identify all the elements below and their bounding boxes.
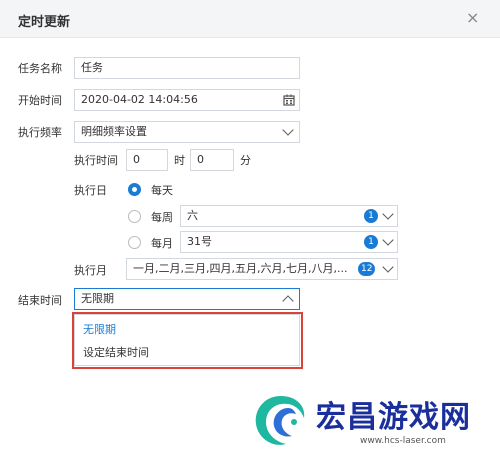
exec-hour-input[interactable]: 0 (126, 149, 168, 171)
option-set-end-time[interactable]: 设定结束时间 (83, 344, 149, 360)
hour-unit-label: 时 (174, 154, 185, 167)
radio-monthly[interactable] (128, 236, 141, 249)
radio-daily[interactable] (128, 183, 141, 196)
task-name-value: 任务 (81, 61, 103, 74)
watermark: 宏昌游戏网 www.hcs-laser.com (250, 390, 500, 456)
start-time-value: 2020-04-02 14:04:56 (81, 93, 198, 106)
dialog-header: 定时更新 × (0, 0, 500, 38)
exec-time-label: 执行时间 (74, 154, 118, 167)
frequency-value: 明细频率设置 (81, 125, 147, 138)
exec-month-label: 执行月 (74, 264, 107, 277)
dialog-title: 定时更新 (18, 15, 71, 30)
dragon-logo-icon (255, 396, 305, 445)
task-name-input[interactable]: 任务 (74, 57, 300, 79)
weekly-value: 六 (187, 209, 198, 222)
monthly-value: 31号 (187, 235, 212, 248)
daily-label: 每天 (151, 184, 173, 197)
watermark-url: www.hcs-laser.com (360, 436, 446, 446)
exec-minute-input[interactable]: 0 (190, 149, 234, 171)
exec-hour-value: 0 (133, 153, 140, 166)
exec-day-label: 执行日 (74, 184, 107, 197)
watermark-name: 宏昌游戏网 (316, 400, 471, 435)
frequency-label: 执行频率 (18, 126, 62, 139)
radio-weekly[interactable] (128, 210, 141, 223)
calendar-icon[interactable] (283, 94, 295, 106)
end-time-select[interactable]: 无限期 (74, 288, 300, 310)
minute-unit-label: 分 (240, 154, 251, 167)
start-time-label: 开始时间 (18, 94, 62, 107)
monthly-count-badge: 1 (364, 235, 378, 249)
task-name-label: 任务名称 (18, 62, 62, 75)
monthly-label: 每月 (151, 237, 173, 250)
weekly-count-badge: 1 (364, 209, 378, 223)
exec-month-count-badge: 12 (358, 262, 376, 276)
end-time-value: 无限期 (81, 292, 114, 305)
close-icon[interactable]: × (466, 9, 479, 27)
start-time-input[interactable]: 2020-04-02 14:04:56 (74, 89, 300, 111)
exec-month-value: 一月,二月,三月,四月,五月,六月,七月,八月,... (133, 262, 348, 275)
weekly-label: 每周 (151, 211, 173, 224)
option-unlimited[interactable]: 无限期 (83, 321, 116, 337)
frequency-select[interactable]: 明细频率设置 (74, 121, 300, 143)
exec-minute-value: 0 (197, 153, 204, 166)
end-time-label: 结束时间 (18, 294, 62, 307)
end-time-dropdown: 无限期 设定结束时间 (74, 314, 300, 366)
scheduled-update-dialog: 定时更新 × 任务名称 任务 开始时间 2020-04-02 14:04:56 … (0, 0, 500, 456)
